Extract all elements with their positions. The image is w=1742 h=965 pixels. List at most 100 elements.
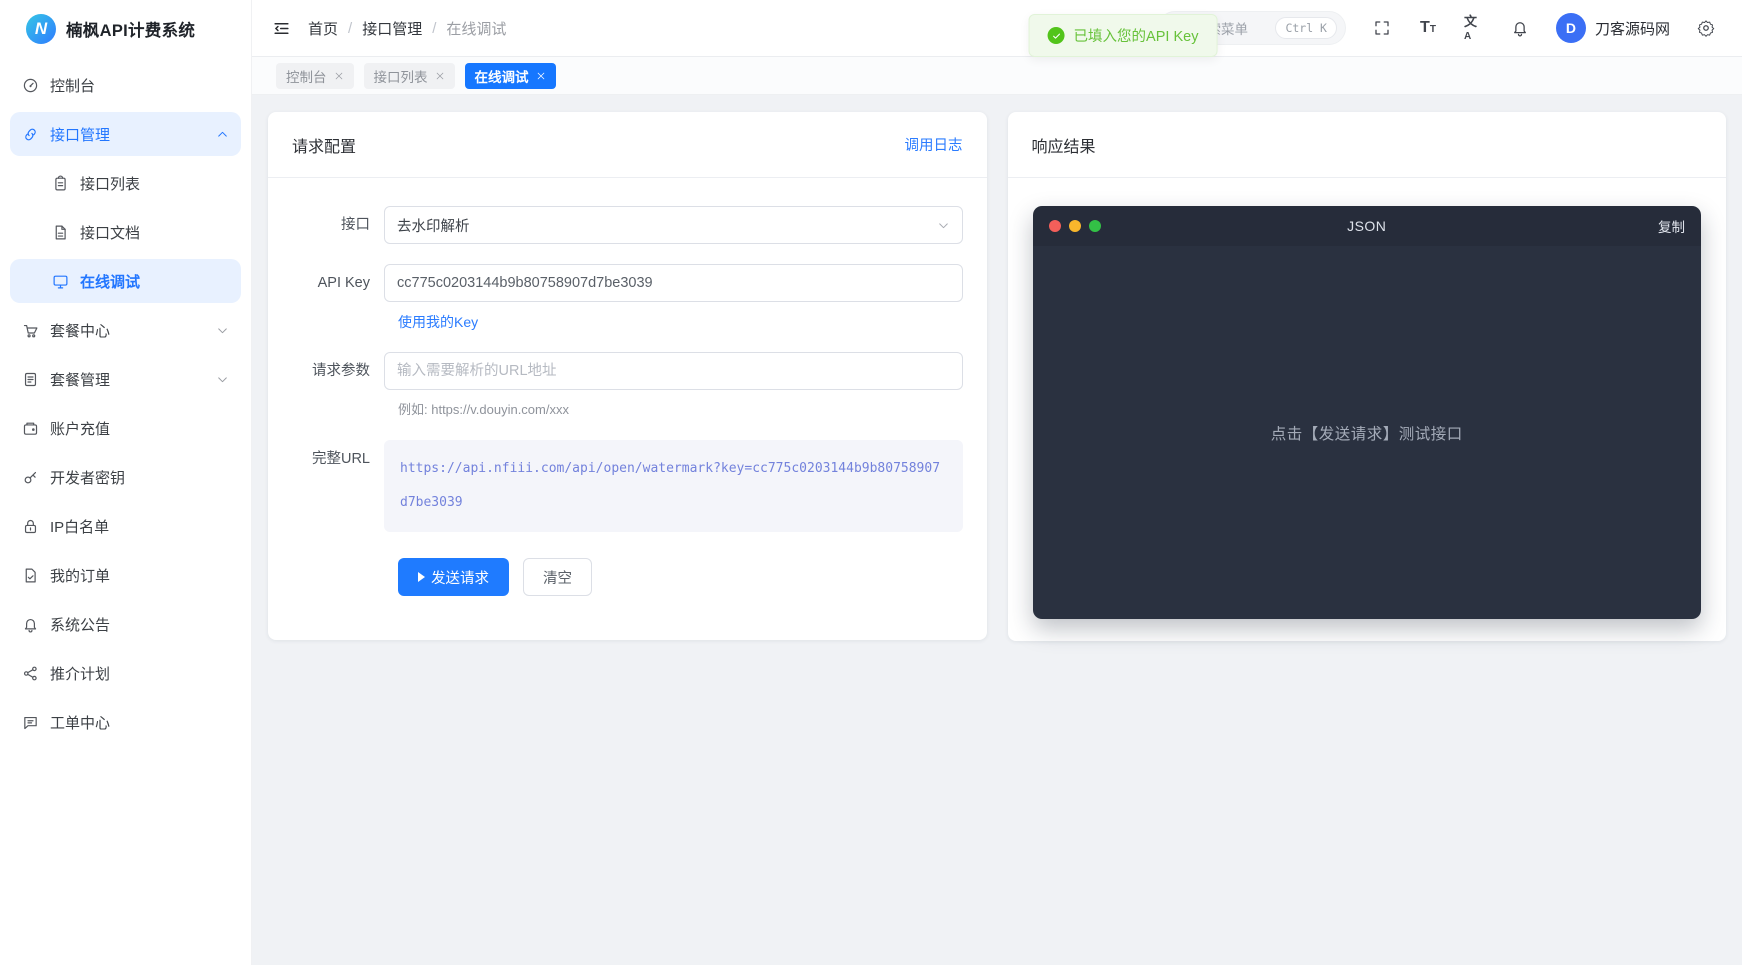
sidebar-item-api-docs[interactable]: 接口文档 xyxy=(10,210,241,254)
app-root: N 楠枫API计费系统 控制台 接口管理 接口列表 接口文档 xyxy=(0,0,1742,965)
call-log-link[interactable]: 调用日志 xyxy=(905,134,963,155)
tab-api-list[interactable]: 接口列表 xyxy=(364,63,455,89)
sidebar-item-package-center[interactable]: 套餐中心 xyxy=(10,308,241,352)
traffic-lights xyxy=(1049,220,1101,232)
sidebar-item-label: 套餐中心 xyxy=(50,320,110,341)
breadcrumb-separator: / xyxy=(348,20,352,37)
console-body: 点击【发送请求】测试接口 xyxy=(1033,246,1702,619)
sidebar-item-referral-program[interactable]: 推介计划 xyxy=(10,651,241,695)
user-menu[interactable]: D 刀客源码网 xyxy=(1556,13,1670,43)
api-key-input[interactable] xyxy=(384,264,963,302)
breadcrumb-section[interactable]: 接口管理 xyxy=(362,18,422,39)
breadcrumb-current: 在线调试 xyxy=(446,18,506,39)
tab-label: 接口列表 xyxy=(374,66,428,86)
sidebar-item-label: IP白名单 xyxy=(50,516,109,537)
request-config-card: 请求配置 调用日志 接口 去水印解析 API K xyxy=(268,112,987,640)
chevron-down-icon xyxy=(216,324,229,337)
params-label: 请求参数 xyxy=(292,352,384,390)
list-document-icon xyxy=(22,371,39,388)
clear-button[interactable]: 清空 xyxy=(523,558,592,596)
app-title: 楠枫API计费系统 xyxy=(66,17,195,41)
use-my-key-link[interactable]: 使用我的Key xyxy=(398,312,478,332)
response-console: JSON 复制 点击【发送请求】测试接口 xyxy=(1033,206,1702,619)
chevron-down-icon xyxy=(216,373,229,386)
console-format-label: JSON xyxy=(1347,218,1386,234)
sidebar-item-online-debug[interactable]: 在线调试 xyxy=(10,259,241,303)
toast-message: 已填入您的API Key xyxy=(1074,25,1199,46)
traffic-light-green-icon xyxy=(1089,220,1101,232)
traffic-light-yellow-icon xyxy=(1069,220,1081,232)
sidebar-item-label: 接口列表 xyxy=(80,173,140,194)
play-icon xyxy=(418,572,425,582)
api-key-label: API Key xyxy=(292,264,384,302)
sidebar-item-label: 账户充值 xyxy=(50,418,110,439)
traffic-light-red-icon xyxy=(1049,220,1061,232)
notification-bell-icon[interactable] xyxy=(1510,18,1530,38)
app-logo-row[interactable]: N 楠枫API计费系统 xyxy=(0,0,251,57)
panel-title: 响应结果 xyxy=(1032,133,1096,157)
translate-icon[interactable]: 文A xyxy=(1464,18,1484,38)
sidebar-item-label: 在线调试 xyxy=(80,271,140,292)
document-icon xyxy=(52,224,69,241)
sidebar-item-label: 套餐管理 xyxy=(50,369,110,390)
response-result-header: 响应结果 xyxy=(1008,112,1727,178)
avatar: D xyxy=(1556,13,1586,43)
close-icon[interactable] xyxy=(334,71,344,81)
api-select[interactable]: 去水印解析 xyxy=(384,206,963,244)
panel-title: 请求配置 xyxy=(292,133,356,157)
breadcrumb-separator: / xyxy=(432,20,436,37)
chat-icon xyxy=(22,714,39,731)
clipboard-icon xyxy=(52,175,69,192)
sidebar-collapse-icon[interactable] xyxy=(268,15,294,41)
tab-bar: 控制台 接口列表 在线调试 xyxy=(252,57,1742,95)
clear-label: 清空 xyxy=(543,567,572,588)
cart-icon xyxy=(22,322,39,339)
user-name: 刀客源码网 xyxy=(1595,18,1670,39)
api-select-value: 去水印解析 xyxy=(397,215,470,236)
search-shortcut-badge: Ctrl K xyxy=(1275,17,1337,39)
topbar-actions: 搜索菜单 Ctrl K TT 文A D 刀客源码网 xyxy=(1158,11,1716,45)
form-actions: 发送请求 清空 xyxy=(398,558,963,596)
font-size-icon[interactable]: TT xyxy=(1418,18,1438,38)
params-input[interactable] xyxy=(384,352,963,390)
app-logo-icon: N xyxy=(26,14,56,44)
fullscreen-icon[interactable] xyxy=(1372,18,1392,38)
breadcrumb-home[interactable]: 首页 xyxy=(308,18,338,39)
sidebar-menu: 控制台 接口管理 接口列表 接口文档 在线调试 套餐中心 xyxy=(0,57,251,749)
sidebar-item-account-recharge[interactable]: 账户充值 xyxy=(10,406,241,450)
send-request-button[interactable]: 发送请求 xyxy=(398,558,509,596)
sidebar-item-ip-whitelist[interactable]: IP白名单 xyxy=(10,504,241,548)
tab-dashboard[interactable]: 控制台 xyxy=(276,63,354,89)
sidebar-item-api-management[interactable]: 接口管理 xyxy=(10,112,241,156)
sidebar-item-ticket-center[interactable]: 工单中心 xyxy=(10,700,241,744)
sidebar: N 楠枫API计费系统 控制台 接口管理 接口列表 接口文档 xyxy=(0,0,252,965)
sidebar-item-dashboard[interactable]: 控制台 xyxy=(10,63,241,107)
close-icon[interactable] xyxy=(435,71,445,81)
send-request-label: 发送请求 xyxy=(431,567,489,588)
order-check-icon xyxy=(22,567,39,584)
share-icon xyxy=(22,665,39,682)
sidebar-item-announcements[interactable]: 系统公告 xyxy=(10,602,241,646)
sidebar-item-package-management[interactable]: 套餐管理 xyxy=(10,357,241,401)
settings-gear-icon[interactable] xyxy=(1696,18,1716,38)
copy-button[interactable]: 复制 xyxy=(1658,216,1685,236)
sidebar-item-label: 开发者密钥 xyxy=(50,467,125,488)
dashboard-icon xyxy=(22,77,39,94)
tab-label: 控制台 xyxy=(286,66,327,86)
lock-icon xyxy=(22,518,39,535)
tab-online-debug[interactable]: 在线调试 xyxy=(465,63,556,89)
sidebar-item-api-list[interactable]: 接口列表 xyxy=(10,161,241,205)
request-config-body: 接口 去水印解析 API Key xyxy=(268,178,987,640)
success-check-icon xyxy=(1048,27,1065,44)
sidebar-item-label: 系统公告 xyxy=(50,614,110,635)
sidebar-item-developer-keys[interactable]: 开发者密钥 xyxy=(10,455,241,499)
success-toast: 已填入您的API Key xyxy=(1029,14,1218,57)
close-icon[interactable] xyxy=(536,71,546,81)
request-config-header: 请求配置 调用日志 xyxy=(268,112,987,178)
sidebar-item-my-orders[interactable]: 我的订单 xyxy=(10,553,241,597)
key-icon xyxy=(22,469,39,486)
content-area: 首页 / 接口管理 / 在线调试 已填入您的API Key 搜索菜单 Ctrl … xyxy=(252,0,1742,965)
tab-label: 在线调试 xyxy=(475,66,529,86)
full-url-value: https://api.nfiii.com/api/open/watermark… xyxy=(384,440,963,532)
sidebar-item-label: 推介计划 xyxy=(50,663,110,684)
